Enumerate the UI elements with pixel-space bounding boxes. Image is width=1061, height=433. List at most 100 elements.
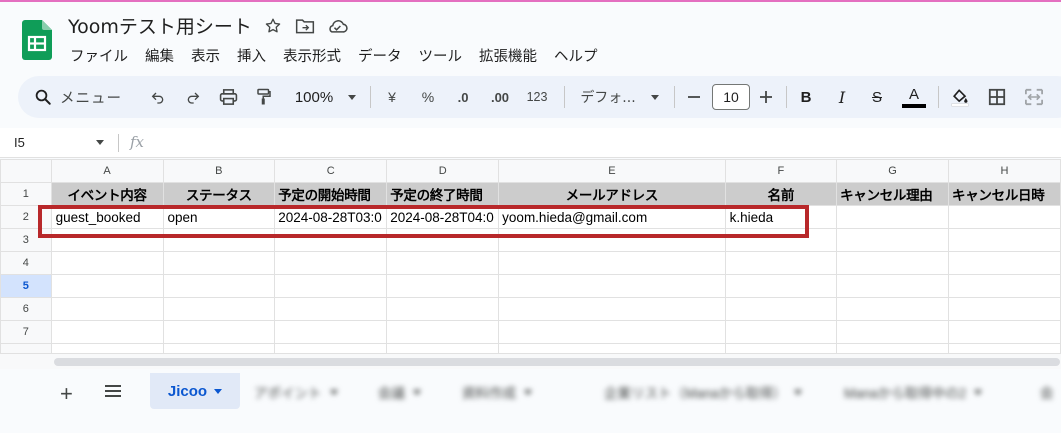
cell[interactable] [162,251,276,275]
sheets-logo-icon[interactable] [22,20,52,60]
cell[interactable] [724,251,838,275]
cell[interactable] [724,320,838,344]
move-folder-icon[interactable] [294,15,316,37]
cell[interactable] [50,320,164,344]
cell[interactable] [948,228,1061,252]
cell[interactable] [386,274,500,298]
menu-extensions[interactable]: 拡張機能 [479,45,546,66]
paint-format-icon[interactable] [254,76,274,118]
print-icon[interactable] [217,76,239,118]
cell-e1[interactable]: メールアドレス [498,182,726,206]
font-size-input[interactable]: 10 [712,84,750,110]
cell[interactable] [386,343,500,353]
cell[interactable] [836,343,950,353]
row-header-8[interactable] [0,343,52,353]
cell[interactable] [498,343,726,353]
row-header-7[interactable]: 7 [0,320,52,344]
row-header-4[interactable]: 4 [0,251,52,275]
cell[interactable] [162,274,276,298]
scrollbar-thumb[interactable] [54,358,1060,366]
column-header-d[interactable]: D [386,159,500,183]
cell-a1[interactable]: イベント内容 [50,182,164,206]
chevron-down-icon[interactable] [214,388,223,394]
cell[interactable] [948,274,1061,298]
cell-d2[interactable]: 2024-08-28T04:0 [386,205,500,229]
font-dropdown-icon[interactable] [648,76,662,118]
cell[interactable] [162,320,276,344]
percent-format-button[interactable]: % [418,76,438,118]
increase-decimal-button[interactable]: .00 [487,76,513,118]
cell[interactable] [724,228,838,252]
cell[interactable] [498,228,726,252]
cell[interactable] [386,228,500,252]
cell[interactable] [50,343,164,353]
sheet-tab[interactable]: 会 [1040,382,1054,402]
cell[interactable] [724,297,838,321]
cell-d1[interactable]: 予定の終了時間 [386,182,500,206]
cell[interactable] [274,251,388,275]
column-header-h[interactable]: H [948,159,1061,183]
spreadsheet-grid[interactable]: A B C D E F G H 1 イベント内容 ステータス 予定の開始時間 予… [0,159,1061,353]
column-header-g[interactable]: G [836,159,950,183]
menu-data[interactable]: データ [358,45,411,66]
cell[interactable] [50,297,164,321]
sheet-tab[interactable]: Manaから取得中の2 [844,382,983,402]
menu-tools[interactable]: ツール [419,45,472,66]
column-header-c[interactable]: C [274,159,388,183]
menu-edit[interactable]: 編集 [145,45,183,66]
document-title[interactable]: Yoomテスト用シート [68,12,252,39]
horizontal-scrollbar[interactable] [0,353,1061,369]
cell-h1[interactable]: キャンセル日時 [948,182,1061,206]
sheet-tab[interactable]: 企業リスト（Manaから取得） [604,382,803,402]
cell[interactable] [724,343,838,353]
cell-g1[interactable]: キャンセル理由 [836,182,950,206]
cell-h2[interactable] [948,205,1061,229]
cell-e2[interactable]: yoom.hieda@gmail.com [498,205,726,229]
cell-f2[interactable]: k.hieda [724,205,838,229]
borders-icon[interactable] [986,76,1008,118]
cell[interactable] [274,228,388,252]
row-header-1[interactable]: 1 [0,182,52,206]
cell-b1[interactable]: ステータス [162,182,276,206]
cell[interactable] [948,320,1061,344]
cell[interactable] [50,274,164,298]
menu-format[interactable]: 表示形式 [283,45,350,66]
cell[interactable] [498,274,726,298]
cell[interactable] [836,297,950,321]
cell[interactable] [386,251,500,275]
cell[interactable] [498,320,726,344]
row-header-5[interactable]: 5 [0,274,52,298]
column-header-e[interactable]: E [498,159,726,183]
sheet-tab[interactable]: アポイント [254,382,338,402]
currency-format-button[interactable]: ¥ [382,76,402,118]
cell[interactable] [386,320,500,344]
cell[interactable] [836,320,950,344]
column-header-f[interactable]: F [724,159,838,183]
cell[interactable] [162,297,276,321]
cell[interactable] [498,251,726,275]
cell[interactable] [836,274,950,298]
row-header-3[interactable]: 3 [0,228,52,252]
menu-search[interactable]: メニュー [28,81,148,113]
cell-f1[interactable]: 名前 [724,182,838,206]
cloud-saved-icon[interactable] [326,15,348,37]
menu-view[interactable]: 表示 [191,45,229,66]
cell[interactable] [50,228,164,252]
cell-c2[interactable]: 2024-08-28T03:0 [274,205,388,229]
text-color-button[interactable]: A [901,76,927,118]
zoom-value[interactable]: 100% [290,76,338,118]
row-header-2[interactable]: 2 [0,205,52,229]
sheet-tab-active[interactable]: Jicoo [150,373,240,409]
cell[interactable] [724,274,838,298]
menu-file[interactable]: ファイル [70,45,137,66]
italic-button[interactable]: I [832,76,852,118]
font-size-decrease-icon[interactable] [684,76,704,118]
star-icon[interactable] [262,15,284,37]
cell[interactable] [948,297,1061,321]
cell[interactable] [836,251,950,275]
cell-c1[interactable]: 予定の開始時間 [274,182,388,206]
cell[interactable] [836,228,950,252]
name-box[interactable]: I5 [14,135,25,150]
cell[interactable] [162,343,276,353]
select-all-corner[interactable] [0,159,52,183]
